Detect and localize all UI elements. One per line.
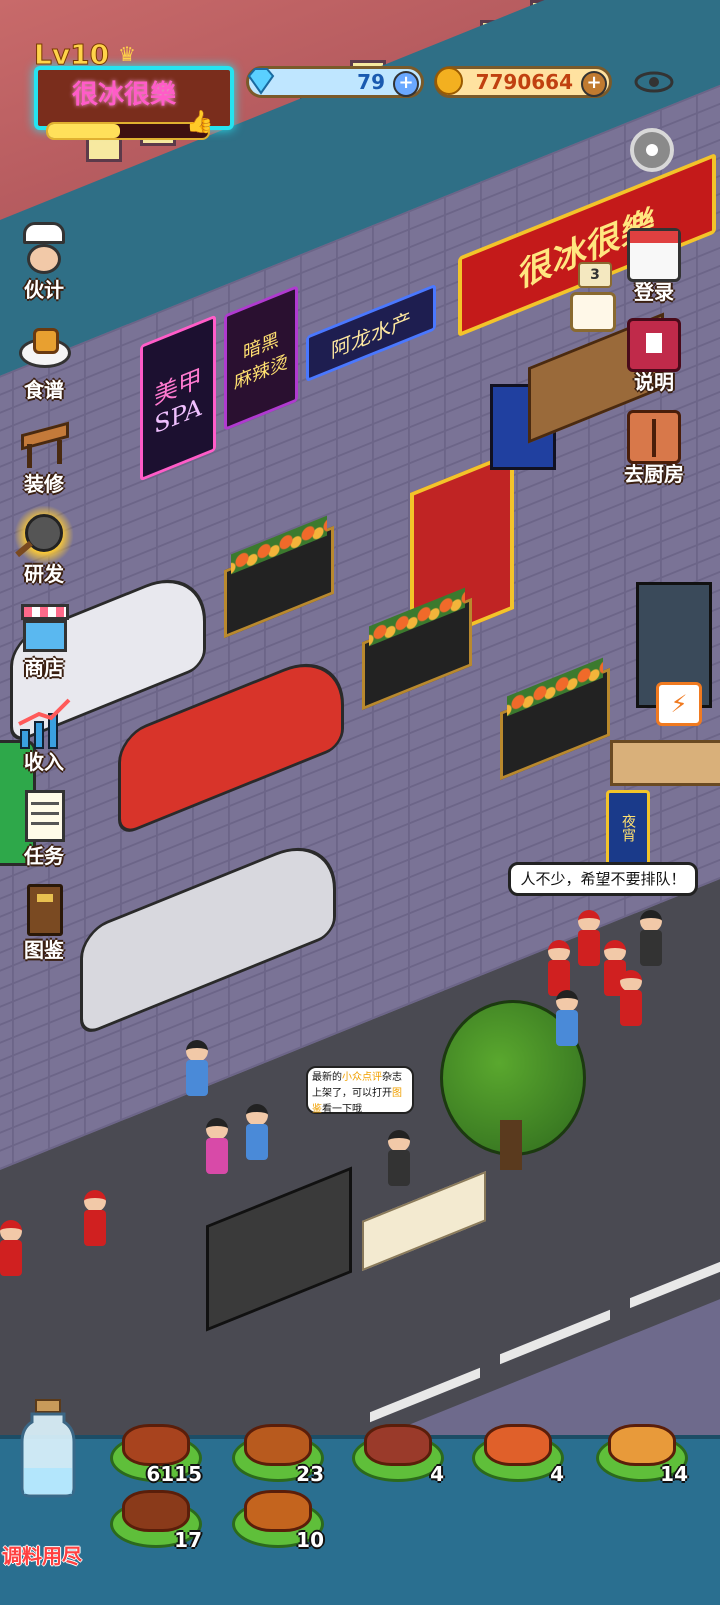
- food-item-roast-chicken[interactable]: 17: [104, 1482, 204, 1552]
- crown-icon: ♛: [118, 42, 136, 66]
- recipes-button[interactable]: 食谱: [4, 322, 84, 403]
- queue-customer: [640, 910, 662, 968]
- queue-customer: [578, 910, 600, 968]
- decor-button[interactable]: 装修: [4, 416, 84, 497]
- chicken-wing-icon: [244, 1490, 312, 1532]
- queue-customer: [556, 990, 578, 1048]
- food-count: 10: [296, 1528, 324, 1552]
- pedestrian: [186, 1040, 208, 1098]
- shop-name: 很冰很樂: [72, 80, 177, 110]
- login-button[interactable]: 登录: [612, 228, 696, 305]
- food-item-bacon-strips[interactable]: 4: [346, 1416, 446, 1486]
- queue-speech-bubble: 人不少，希望不要排队！: [508, 862, 698, 896]
- login-badge: 3: [578, 262, 612, 288]
- dining-table[interactable]: [610, 740, 720, 786]
- bacon-strips-icon: [364, 1424, 432, 1466]
- pedestrian: [206, 1118, 228, 1176]
- thumbs-up-icon: 👍: [186, 110, 214, 135]
- store-button[interactable]: 商店: [4, 600, 84, 681]
- add-diamonds-button[interactable]: +: [393, 71, 419, 97]
- diamond-counter[interactable]: 79 +: [246, 66, 424, 98]
- staff-button[interactable]: 伙计: [4, 222, 84, 303]
- food-item-chicken-wing[interactable]: 10: [226, 1482, 326, 1552]
- food-item-pancake[interactable]: 14: [590, 1416, 690, 1486]
- income-button[interactable]: 收入: [4, 694, 84, 775]
- food-count: 17: [174, 1528, 202, 1552]
- table-icon: [13, 416, 75, 474]
- growth-chart-icon: [13, 694, 75, 752]
- game-scene[interactable]: 很冰很樂 美甲 SPA 暗黑 麻辣烫 阿龙水产 夜宵 人不少，希望不要排队！ 最…: [0, 0, 720, 1435]
- calendar-icon: [627, 228, 681, 282]
- gear-icon[interactable]: [630, 128, 674, 172]
- food-count: 4: [430, 1462, 444, 1486]
- food-item-shrimp[interactable]: 4: [466, 1416, 566, 1486]
- magazine-vendor[interactable]: [388, 1130, 410, 1188]
- tree-trunk: [500, 1120, 522, 1170]
- checklist-icon: [13, 788, 75, 846]
- dish-order-icon[interactable]: [570, 292, 616, 332]
- coin-counter[interactable]: 7790664 +: [434, 66, 612, 98]
- frying-pan-icon: [13, 506, 75, 564]
- book-icon: [13, 882, 75, 940]
- shrimp-icon: [484, 1424, 552, 1466]
- recipe-plate-icon: [13, 322, 75, 380]
- help-button[interactable]: 说明: [612, 318, 696, 395]
- research-button[interactable]: 研发: [4, 506, 84, 587]
- eye-icon[interactable]: [632, 68, 676, 96]
- night-stall-sign: 夜宵: [606, 790, 650, 866]
- kitchen-door-icon: [627, 410, 681, 464]
- queue-customer: [0, 1220, 22, 1278]
- kitchen-button[interactable]: 去厨房: [612, 410, 696, 487]
- queue-customer: [84, 1190, 106, 1248]
- food-count: 4: [550, 1462, 564, 1486]
- pedestrian: [246, 1104, 268, 1162]
- seasoning-jar-icon[interactable]: [20, 1398, 76, 1498]
- chef-icon: [13, 222, 75, 280]
- magazine-speech-bubble: 最新的小众点评杂志上架了，可以打开图鉴看一下哦: [306, 1066, 414, 1115]
- coin-count: 7790664: [475, 70, 573, 94]
- codex-button[interactable]: 图鉴: [4, 882, 84, 963]
- roast-leg-icon: [244, 1424, 312, 1466]
- xp-progress-fill: [48, 124, 120, 138]
- food-count: 14: [660, 1462, 688, 1486]
- shop-icon: [13, 600, 75, 658]
- roast-chicken-icon: [122, 1490, 190, 1532]
- add-coins-button[interactable]: +: [581, 71, 607, 97]
- queue-customer: [620, 970, 642, 1028]
- diamond-icon: [245, 65, 277, 97]
- food-item-roast-leg[interactable]: 23: [226, 1416, 326, 1486]
- diamond-count: 79: [357, 70, 385, 94]
- delivery-scooter-icon[interactable]: ⚡: [656, 682, 702, 726]
- seasoning-status-label: 调料用尽: [2, 1544, 82, 1568]
- food-item-kebab-skewers[interactable]: 6115: [104, 1416, 204, 1486]
- manual-icon: [627, 318, 681, 372]
- kebab-skewers-icon: [122, 1424, 190, 1466]
- tasks-button[interactable]: 任务: [4, 788, 84, 869]
- coin-icon: [435, 67, 463, 95]
- pancake-icon: [608, 1424, 676, 1466]
- level-label: Lv10: [33, 38, 110, 72]
